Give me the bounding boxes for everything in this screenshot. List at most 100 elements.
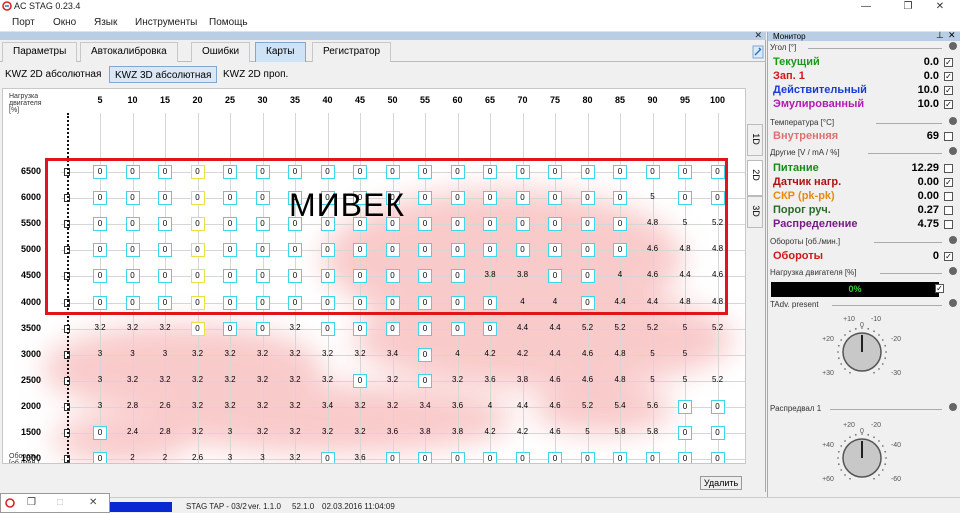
map-cell-value[interactable]: 4.4 — [509, 323, 537, 332]
monitor-row-checkbox[interactable] — [944, 220, 953, 229]
close-icon[interactable]: ✕ — [920, 0, 960, 14]
map-cell-value[interactable]: 3.2 — [314, 427, 342, 436]
map-cell-value[interactable]: 3.4 — [411, 401, 439, 410]
map-cell-value[interactable]: 3.2 — [184, 427, 212, 436]
close-icon[interactable]: ✕ — [89, 497, 97, 508]
monitor-row-checkbox[interactable] — [944, 206, 953, 215]
map-cell-value[interactable]: 5.4 — [606, 401, 634, 410]
map-cell-value[interactable]: 3.8 — [444, 427, 472, 436]
tab-main-3[interactable]: Карты — [255, 42, 306, 62]
menu-item-1[interactable]: Окно — [53, 17, 76, 28]
menu-item-2[interactable]: Язык — [94, 17, 117, 28]
map-cell-empty[interactable]: 0 — [483, 452, 497, 463]
tab-main-4[interactable]: Регистратор — [312, 42, 392, 62]
map-cell-value[interactable]: 5.8 — [606, 427, 634, 436]
map-cell-value[interactable]: 3.2 — [249, 427, 277, 436]
map-cell-value[interactable]: 3.2 — [249, 349, 277, 358]
map-cell-empty[interactable]: 0 — [93, 452, 107, 463]
map-cell-value[interactable]: 5 — [671, 323, 699, 332]
section-scroll-icon[interactable] — [949, 236, 957, 244]
tab-dimension-3D[interactable]: 3D — [747, 196, 763, 228]
map-cell-empty[interactable]: 0 — [515, 452, 530, 463]
map-cell-value[interactable]: 4.8 — [606, 375, 634, 384]
map-cell-value[interactable]: 3.6 — [346, 453, 374, 462]
section-scroll-icon[interactable] — [949, 117, 957, 125]
map-cell-value[interactable]: 2.6 — [184, 453, 212, 462]
map-cell-value[interactable]: 3.2 — [281, 401, 309, 410]
section-scroll-icon[interactable] — [949, 267, 957, 275]
map-cell-value[interactable]: 3.2 — [86, 323, 114, 332]
map-cell-value[interactable]: 3 — [86, 375, 114, 384]
map-cell-value[interactable]: 3.2 — [119, 323, 147, 332]
monitor-row-checkbox[interactable]: ✓ — [944, 86, 953, 95]
map-cell-value[interactable]: 5.2 — [704, 375, 732, 384]
map-cell-empty[interactable]: 0 — [385, 321, 400, 336]
map-cell-value[interactable]: 5 — [639, 349, 667, 358]
map-cell-value[interactable]: 4.6 — [574, 349, 602, 358]
tab-dimension-1D[interactable]: 1D — [747, 124, 763, 156]
monitor-row-checkbox[interactable]: ✓ — [944, 252, 953, 261]
tab-main-2[interactable]: Ошибки — [191, 42, 251, 62]
map-cell-value[interactable]: 3.6 — [379, 427, 407, 436]
minimize-icon[interactable]: — — [846, 0, 886, 14]
map-cell-empty[interactable]: 0 — [450, 321, 465, 336]
map-cell-empty[interactable]: 0 — [418, 347, 432, 362]
map-cell-value[interactable]: 4.2 — [476, 349, 504, 358]
map-cell-value[interactable]: 4.4 — [541, 323, 569, 332]
map-cell-empty[interactable]: 0 — [418, 452, 432, 463]
map-cell-value[interactable]: 3.2 — [249, 375, 277, 384]
map-cell-value[interactable]: 5 — [639, 375, 667, 384]
map-cell-value[interactable]: 5.8 — [639, 427, 667, 436]
map-cell-value[interactable]: 3.4 — [314, 401, 342, 410]
monitor-row-checkbox[interactable] — [944, 132, 953, 141]
monitor-row-checkbox[interactable]: ✓ — [944, 100, 953, 109]
minimized-window[interactable]: ❐ □ ✕ — [0, 493, 110, 513]
map-cell-value[interactable]: 3.4 — [379, 349, 407, 358]
map-cell-value[interactable]: 3.8 — [509, 375, 537, 384]
map-cell-value[interactable]: 3.2 — [281, 427, 309, 436]
map-cell-value[interactable]: 2.4 — [119, 427, 147, 436]
map-cell-empty[interactable]: 0 — [190, 321, 205, 336]
camshaft-knob[interactable]: +20 0 -20 +40 -40 +60 -60 — [812, 418, 912, 498]
panel-close-icon[interactable]: ✕ — [754, 30, 762, 41]
map-cell-value[interactable]: 3.2 — [281, 349, 309, 358]
menu-item-4[interactable]: Помощь — [209, 17, 248, 28]
monitor-close-icon[interactable]: ✕ — [948, 31, 956, 40]
map-cell-empty[interactable]: 0 — [580, 452, 595, 463]
map-cell-value[interactable]: 5.2 — [606, 323, 634, 332]
section-scroll-icon[interactable] — [949, 403, 957, 411]
map-cell-value[interactable]: 5.2 — [574, 401, 602, 410]
map-cell-value[interactable]: 3 — [86, 349, 114, 358]
map-cell-empty[interactable]: 0 — [483, 321, 497, 336]
map-cell-value[interactable]: 5 — [671, 349, 699, 358]
map-cell-value[interactable]: 3 — [249, 453, 277, 462]
map-cell-value[interactable]: 3.6 — [476, 375, 504, 384]
monitor-row-checkbox[interactable]: ✓ — [944, 178, 953, 187]
map-cell-value[interactable]: 3 — [86, 401, 114, 410]
map-cell-empty[interactable]: 0 — [645, 452, 660, 463]
tab-main-0[interactable]: Параметры — [2, 42, 78, 62]
map-cell-value[interactable]: 3.2 — [379, 375, 407, 384]
map-cell-value[interactable]: 3.2 — [314, 375, 342, 384]
map-cell-value[interactable]: 3.2 — [281, 453, 309, 462]
map-cell-value[interactable]: 4.2 — [509, 349, 537, 358]
map-cell-empty[interactable]: 0 — [223, 321, 237, 336]
map-cell-value[interactable]: 4 — [476, 401, 504, 410]
map-cell-value[interactable]: 5.2 — [704, 323, 732, 332]
map-cell-value[interactable]: 3.2 — [379, 401, 407, 410]
map-cell-value[interactable]: 3.2 — [346, 427, 374, 436]
map-cell-value[interactable]: 3.2 — [346, 401, 374, 410]
tab-map-2[interactable]: KWZ 2D проп. — [218, 66, 293, 83]
map-cell-value[interactable]: 3.2 — [119, 375, 147, 384]
map-cell-value[interactable]: 3.2 — [184, 349, 212, 358]
map-cell-value[interactable]: 3 — [216, 453, 244, 462]
kwz-3d-map[interactable]: Нагрузка двигателя [%] Обороты [об./мин.… — [2, 88, 746, 464]
map-cell-empty[interactable]: 0 — [320, 452, 335, 463]
map-cell-empty[interactable]: 0 — [678, 452, 692, 463]
map-cell-value[interactable]: 5.2 — [639, 323, 667, 332]
map-cell-empty[interactable]: 0 — [710, 452, 725, 463]
map-cell-value[interactable]: 3.2 — [281, 375, 309, 384]
map-cell-empty[interactable]: 0 — [678, 399, 692, 414]
delete-button[interactable]: Удалить — [700, 476, 742, 490]
map-cell-empty[interactable]: 0 — [613, 452, 627, 463]
